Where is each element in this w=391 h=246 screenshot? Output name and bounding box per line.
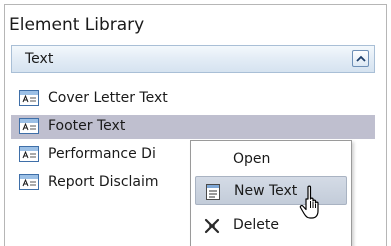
menu-item-label: Open [233, 151, 271, 167]
list-item-footer-text[interactable]: Footer Text [11, 115, 375, 139]
list-item-cover-letter-text[interactable]: Cover Letter Text [11, 87, 375, 111]
list-item-label: Performance Di [48, 146, 156, 162]
chevron-up-icon [356, 55, 366, 62]
new-text-icon [206, 184, 220, 200]
menu-item-label: Delete [233, 217, 279, 233]
list-item-label: Report Disclaim [48, 174, 159, 190]
context-menu: Open New Text Delete [190, 140, 352, 246]
text-element-icon [19, 118, 39, 134]
delete-x-icon [204, 218, 220, 234]
text-element-icon [19, 174, 39, 190]
menu-item-open[interactable]: Open [195, 145, 347, 174]
section-header-text[interactable]: Text [11, 45, 375, 73]
menu-item-delete[interactable]: Delete [195, 211, 347, 240]
menu-item-label: New Text [234, 183, 298, 199]
list-item-label: Cover Letter Text [48, 90, 168, 106]
menu-item-new-text[interactable]: New Text [195, 176, 347, 205]
list-item-label: Footer Text [48, 118, 126, 134]
collapse-button[interactable] [352, 50, 369, 67]
screenshot-root: Element Library Text Cover Letter Text F… [0, 0, 391, 246]
text-element-icon [19, 146, 39, 162]
section-label: Text [25, 51, 54, 67]
panel-title: Element Library [9, 15, 145, 35]
text-element-icon [19, 90, 39, 106]
